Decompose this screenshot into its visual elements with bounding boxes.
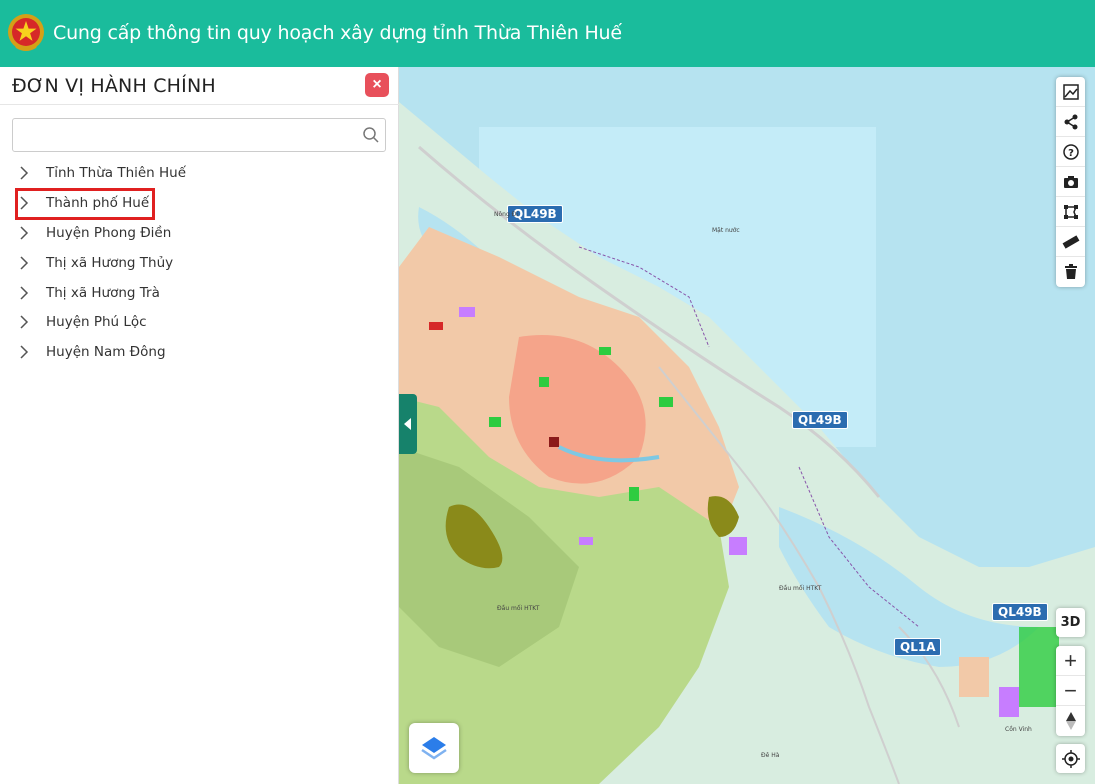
compass-icon (1065, 712, 1076, 730)
tree-item-label: Thị xã Hương Thủy (46, 255, 174, 271)
close-panel-button[interactable]: × (365, 73, 389, 97)
tree-item[interactable]: Thị xã Hương Trà (16, 279, 160, 307)
zoom-out-button[interactable]: − (1056, 676, 1085, 706)
tree-item-label: Huyện Phong Điền (46, 225, 172, 241)
ruler-icon (1062, 234, 1079, 249)
tree-item[interactable]: Huyện Phú Lộc (16, 308, 147, 336)
polygon-icon (1063, 204, 1078, 219)
map-label: Mặt nước (712, 227, 740, 234)
camera-icon (1063, 175, 1078, 188)
search-input[interactable] (13, 119, 353, 151)
chevron-right-icon[interactable] (16, 255, 32, 271)
zoom-in-button[interactable]: + (1056, 646, 1085, 676)
draw-polygon-button[interactable] (1056, 197, 1085, 227)
chevron-right-icon[interactable] (16, 225, 32, 241)
chevron-right-icon[interactable] (16, 165, 32, 181)
tree-item[interactable]: Tỉnh Thừa Thiên Huế (16, 159, 186, 187)
map-label: Cồn Vinh (1005, 726, 1032, 733)
tree-item[interactable]: Thị xã Hương Thủy (16, 249, 173, 277)
tree-item-label: Tỉnh Thừa Thiên Huế (46, 165, 187, 181)
app-header: Cung cấp thông tin quy hoạch xây dựng tỉ… (0, 0, 1095, 67)
road-shield: QL49B (992, 603, 1048, 621)
map-label: Đầu mối HTKT (497, 605, 540, 612)
tree-item[interactable]: Thành phố Huế (16, 189, 149, 217)
panel-title: ĐƠN VỊ HÀNH CHÍNH (12, 75, 216, 97)
map-canvas[interactable] (399, 67, 1095, 784)
tree-item-label: Thành phố Huế (46, 195, 150, 211)
road-shield: QL49B (792, 411, 848, 429)
layers-icon (421, 737, 447, 760)
tree-item[interactable]: Huyện Nam Đông (16, 338, 166, 366)
collapse-panel-button[interactable] (399, 394, 417, 454)
share-button[interactable] (1056, 107, 1085, 137)
map-label: Đầu mối HTKT (779, 585, 822, 592)
caret-left-icon (404, 418, 411, 430)
share-icon (1064, 114, 1077, 129)
svg-text:?: ? (1068, 148, 1074, 159)
help-button[interactable]: ? (1056, 137, 1085, 167)
chevron-right-icon[interactable] (16, 285, 32, 301)
compass-button[interactable] (1056, 706, 1085, 736)
trash-icon (1064, 264, 1077, 279)
tree-item-label: Huyện Phú Lộc (46, 314, 147, 330)
chevron-right-icon[interactable] (16, 195, 32, 211)
locate-me-button[interactable] (1056, 744, 1085, 773)
administrative-panel: ĐƠN VỊ HÀNH CHÍNH × Tỉnh Thừa Thiên Huế … (0, 67, 399, 784)
map-view[interactable]: QL49B QL49B QL49B QL1A Nông Đi Mặt nước … (399, 67, 1095, 784)
search-icon[interactable] (362, 126, 380, 144)
3d-toggle-button[interactable]: 3D (1056, 608, 1085, 637)
legend-icon (1062, 83, 1079, 100)
national-emblem-icon (8, 14, 44, 51)
chevron-right-icon[interactable] (16, 314, 32, 330)
map-label: Nông Đi (494, 211, 518, 218)
help-icon: ? (1062, 143, 1079, 160)
zoom-controls: + − (1056, 646, 1085, 736)
app-title: Cung cấp thông tin quy hoạch xây dựng tỉ… (53, 22, 622, 44)
legend-button[interactable] (1056, 77, 1085, 107)
tree-item-label: Thị xã Hương Trà (46, 285, 160, 301)
road-shield: QL1A (894, 638, 942, 656)
locate-icon (1061, 749, 1080, 768)
map-toolbar: ? (1056, 77, 1085, 287)
layers-button[interactable] (409, 723, 459, 773)
panel-divider (0, 104, 399, 105)
delete-button[interactable] (1056, 257, 1085, 287)
tree-item-label: Huyện Nam Đông (46, 344, 166, 360)
measure-button[interactable] (1056, 227, 1085, 257)
screenshot-button[interactable] (1056, 167, 1085, 197)
chevron-right-icon[interactable] (16, 344, 32, 360)
map-label: Đê Hà (761, 752, 780, 759)
search-box (12, 118, 386, 152)
tree-item[interactable]: Huyện Phong Điền (16, 219, 171, 247)
